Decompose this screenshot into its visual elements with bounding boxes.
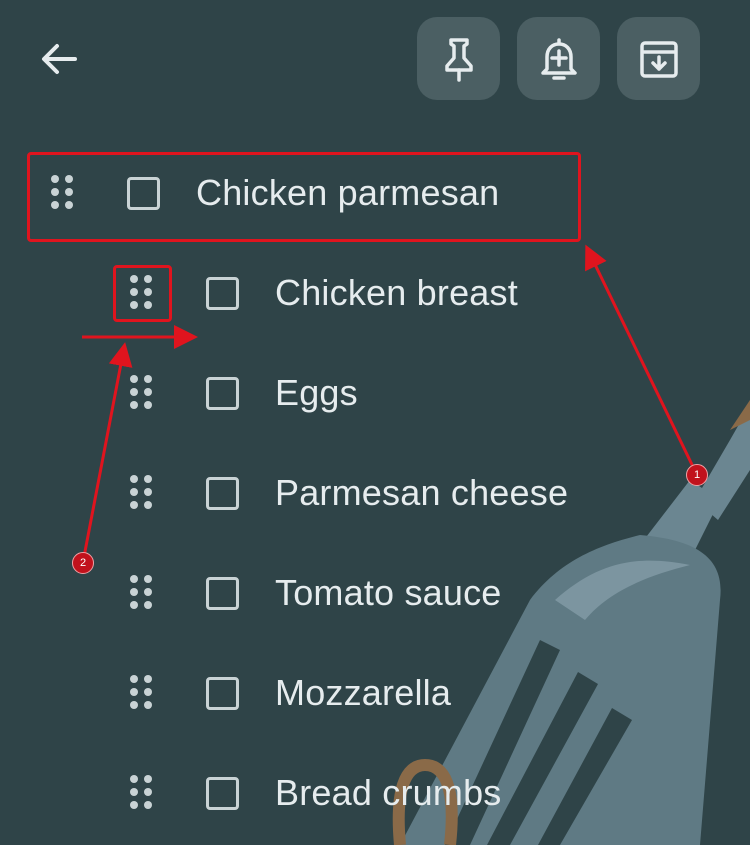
- list-item-label: Mozzarella: [275, 672, 452, 713]
- list-item-label: Eggs: [275, 372, 358, 413]
- checkbox[interactable]: [206, 376, 239, 410]
- drag-handle-icon[interactable]: [130, 275, 154, 311]
- arrow-left-icon: [42, 44, 77, 74]
- list-item-label: Bread crumbs: [275, 772, 502, 813]
- drag-handle-icon[interactable]: [130, 475, 154, 511]
- pin-button[interactable]: [417, 17, 500, 100]
- drag-handle-icon[interactable]: [51, 175, 75, 211]
- list-item-label: Tomato sauce: [275, 572, 502, 613]
- list-item[interactable]: Eggs: [130, 353, 358, 433]
- bell-plus-icon: [540, 37, 577, 80]
- back-button[interactable]: [30, 30, 88, 88]
- annotation-badge-1: 1: [686, 464, 708, 486]
- checkbox[interactable]: [206, 676, 239, 710]
- list-item[interactable]: Chicken breast: [130, 253, 518, 333]
- drag-handle-icon[interactable]: [130, 675, 154, 711]
- list-item-label: Chicken breast: [275, 272, 518, 313]
- checkbox[interactable]: [206, 776, 239, 810]
- checkbox[interactable]: [206, 576, 239, 610]
- checkbox[interactable]: [206, 276, 239, 310]
- list-item[interactable]: Bread crumbs: [130, 753, 502, 833]
- list-item-label: Chicken parmesan: [196, 172, 500, 213]
- archive-icon: [639, 40, 678, 78]
- checkbox[interactable]: [206, 476, 239, 510]
- drag-handle-icon[interactable]: [130, 775, 154, 811]
- reminder-button[interactable]: [517, 17, 600, 100]
- top-app-bar: [0, 0, 750, 120]
- drag-handle-icon[interactable]: [130, 575, 154, 611]
- list-item-label: Parmesan cheese: [275, 472, 569, 513]
- annotation-badge-2: 2: [72, 552, 94, 574]
- checkbox[interactable]: [127, 176, 160, 210]
- list-item[interactable]: Mozzarella: [130, 653, 451, 733]
- archive-button[interactable]: [617, 17, 700, 100]
- list-item-parent[interactable]: Chicken parmesan: [51, 153, 499, 233]
- pin-icon: [444, 37, 473, 82]
- list-item[interactable]: Parmesan cheese: [130, 453, 568, 533]
- drag-handle-icon[interactable]: [130, 375, 154, 411]
- list-item[interactable]: Tomato sauce: [130, 553, 502, 633]
